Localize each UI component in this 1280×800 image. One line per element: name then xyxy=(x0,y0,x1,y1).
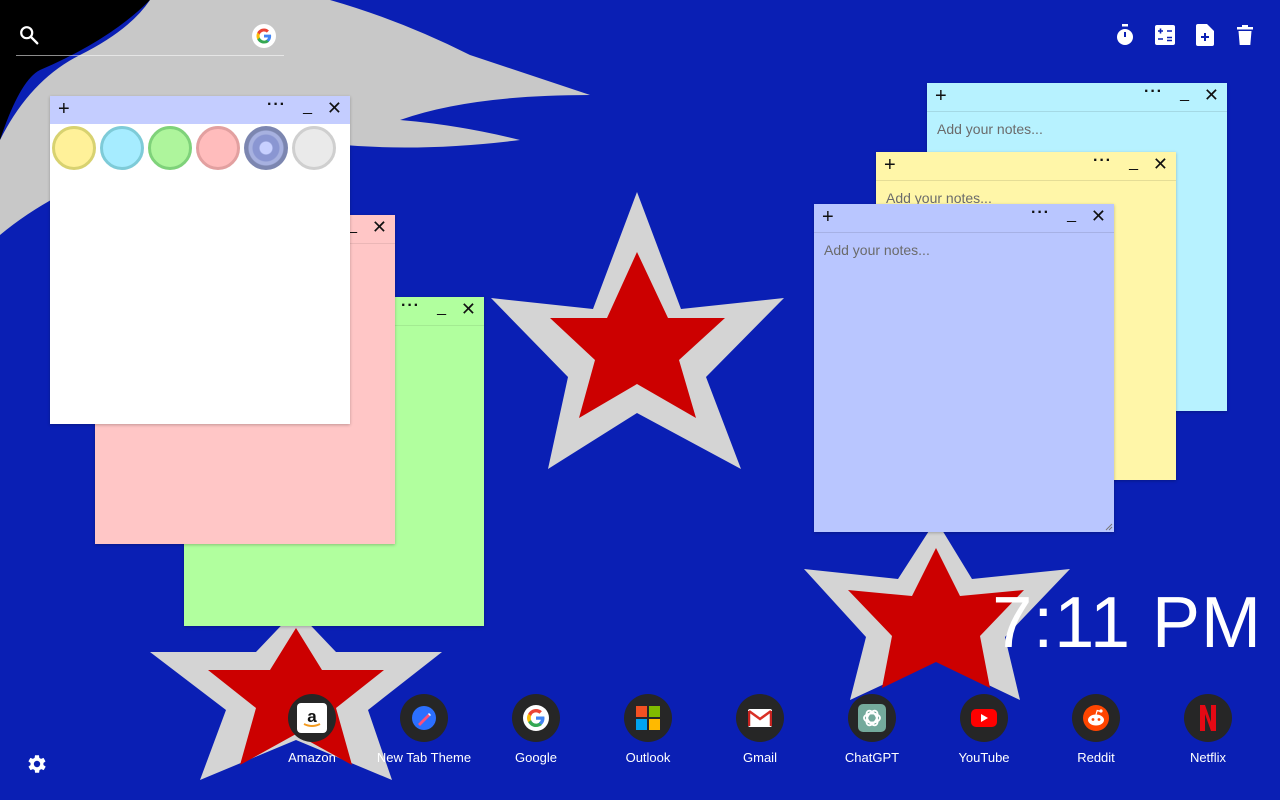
trash-icon[interactable] xyxy=(1234,24,1256,46)
timer-icon[interactable] xyxy=(1114,24,1136,46)
youtube-icon xyxy=(960,694,1008,742)
google-search-icon[interactable] xyxy=(252,24,276,48)
shortcut-outlook[interactable]: Outlook xyxy=(592,694,704,774)
more-options-icon[interactable]: ··· xyxy=(1144,83,1163,101)
sticky-note-blue: + ··· _ ✕ xyxy=(814,204,1114,532)
netflix-icon xyxy=(1184,694,1232,742)
minimize-icon[interactable]: _ xyxy=(303,98,312,116)
note-header: + ··· _ ✕ xyxy=(876,152,1176,181)
shortcut-label: Amazon xyxy=(288,750,336,765)
minimize-icon[interactable]: _ xyxy=(1129,154,1138,172)
close-icon[interactable]: ✕ xyxy=(1204,86,1219,104)
reddit-icon xyxy=(1072,694,1120,742)
resize-handle-icon[interactable] xyxy=(1105,523,1113,531)
swatch-white[interactable] xyxy=(292,126,336,170)
google-icon xyxy=(512,694,560,742)
note-header: + ··· _ ✕ xyxy=(50,96,350,124)
close-icon[interactable]: ✕ xyxy=(327,99,342,117)
shortcut-reddit[interactable]: Reddit xyxy=(1040,694,1152,774)
close-icon[interactable]: ✕ xyxy=(461,300,476,318)
shortcut-gmail[interactable]: Gmail xyxy=(704,694,816,774)
color-picker xyxy=(52,126,336,170)
more-options-icon[interactable]: ··· xyxy=(1031,204,1050,222)
svg-text:a: a xyxy=(307,707,317,726)
swatch-pink[interactable] xyxy=(196,126,240,170)
shortcut-google[interactable]: Google xyxy=(480,694,592,774)
add-note-icon[interactable] xyxy=(1194,24,1216,46)
more-options-icon[interactable]: ··· xyxy=(401,297,420,315)
shortcut-youtube[interactable]: YouTube xyxy=(928,694,1040,774)
top-toolbar xyxy=(1114,24,1256,46)
chatgpt-icon xyxy=(848,694,896,742)
close-icon[interactable]: ✕ xyxy=(372,218,387,236)
shortcut-amazon[interactable]: a Amazon xyxy=(256,694,368,774)
settings-gear-icon[interactable] xyxy=(24,752,48,776)
close-icon[interactable]: ✕ xyxy=(1091,207,1106,225)
amazon-icon: a xyxy=(288,694,336,742)
shortcut-label: Netflix xyxy=(1189,750,1227,765)
shortcut-chatgpt[interactable]: ChatGPT xyxy=(816,694,928,774)
shortcut-label: Google xyxy=(515,750,557,765)
outlook-icon xyxy=(624,694,672,742)
sticky-note-white: + ··· _ ✕ xyxy=(50,96,350,424)
add-note-button[interactable]: + xyxy=(935,86,947,106)
clock-time: 7:11 PM xyxy=(992,583,1262,663)
close-icon[interactable]: ✕ xyxy=(1153,155,1168,173)
add-note-button[interactable]: + xyxy=(58,99,70,119)
shortcut-label: Reddit xyxy=(1077,750,1115,765)
note-header: + ··· _ ✕ xyxy=(814,204,1114,233)
swatch-cyan[interactable] xyxy=(100,126,144,170)
shortcut-new-tab-theme[interactable]: New Tab Theme xyxy=(368,694,480,774)
shortcut-label: New Tab Theme xyxy=(376,750,472,765)
more-options-icon[interactable]: ··· xyxy=(1093,152,1112,170)
swatch-yellow[interactable] xyxy=(52,126,96,170)
minimize-icon[interactable]: _ xyxy=(1180,85,1189,103)
note-header: + ··· _ ✕ xyxy=(927,83,1227,112)
calculator-icon[interactable] xyxy=(1154,24,1176,46)
search-input[interactable] xyxy=(50,24,254,50)
more-options-icon[interactable]: ··· xyxy=(267,96,286,114)
shortcut-netflix[interactable]: Netflix xyxy=(1152,694,1264,774)
add-note-button[interactable]: + xyxy=(822,207,834,227)
shortcut-label: YouTube xyxy=(958,750,1010,765)
minimize-icon[interactable]: _ xyxy=(1067,206,1076,224)
shortcut-label: Gmail xyxy=(743,750,777,765)
gmail-icon xyxy=(736,694,784,742)
shortcut-label: ChatGPT xyxy=(844,750,900,765)
note-textarea[interactable] xyxy=(814,232,1114,532)
swatch-blue-selected[interactable] xyxy=(244,126,288,170)
add-note-button[interactable]: + xyxy=(884,155,896,175)
search-icon[interactable] xyxy=(18,24,40,46)
shortcuts-bar: a Amazon New Tab Theme Google Outlook Gm… xyxy=(256,694,1264,774)
minimize-icon[interactable]: _ xyxy=(437,299,446,317)
search-bar xyxy=(16,22,284,56)
shortcut-label: Outlook xyxy=(625,750,671,765)
new-tab-theme-icon xyxy=(400,694,448,742)
swatch-green[interactable] xyxy=(148,126,192,170)
